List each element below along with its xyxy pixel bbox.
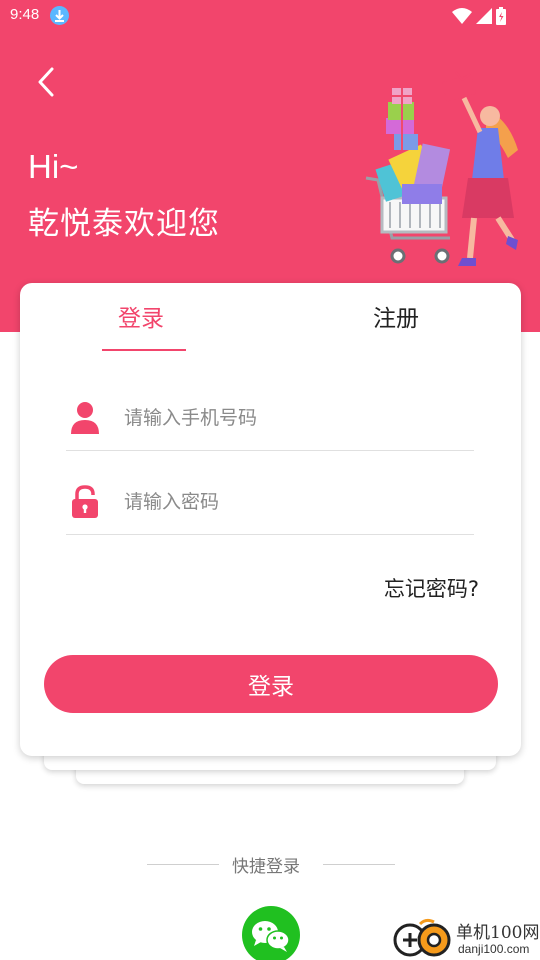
greeting-text: Hi~ (28, 148, 79, 185)
signal-icon (476, 8, 492, 24)
watermark-url: danji100.com (458, 942, 530, 956)
active-tab-indicator (102, 349, 186, 351)
divider (323, 864, 395, 865)
user-icon (71, 402, 99, 434)
login-card: 登录 注册 忘记密码? 登录 (20, 283, 521, 756)
status-time: 9:48 (10, 6, 40, 23)
chevron-left-icon (38, 67, 54, 97)
phone-input[interactable] (124, 403, 464, 433)
back-button[interactable] (30, 64, 66, 100)
quick-login-label: 快捷登录 (232, 857, 300, 877)
password-input[interactable] (124, 487, 464, 517)
wechat-login-button[interactable] (242, 906, 300, 960)
shopping-illustration (365, 71, 518, 266)
welcome-text: 乾悦泰欢迎您 (28, 206, 220, 242)
login-button[interactable]: 登录 (44, 655, 498, 713)
divider (147, 864, 219, 865)
phone-field (66, 367, 474, 451)
tab-login[interactable]: 登录 (118, 299, 164, 333)
wechat-icon (252, 921, 290, 952)
watermark-name: 单机100网 (456, 923, 540, 943)
wifi-icon (452, 8, 472, 24)
password-field (66, 451, 474, 535)
lock-icon (72, 485, 98, 518)
watermark-logo-icon (393, 918, 451, 957)
battery-icon (496, 7, 506, 25)
tab-register[interactable]: 注册 (373, 299, 419, 333)
status-icons (452, 7, 506, 25)
status-bar: 9:48 (0, 0, 540, 32)
watermark: 单机100网 danji100.com (388, 916, 540, 960)
download-icon (50, 6, 69, 25)
forgot-password-link[interactable]: 忘记密码? (384, 573, 479, 603)
